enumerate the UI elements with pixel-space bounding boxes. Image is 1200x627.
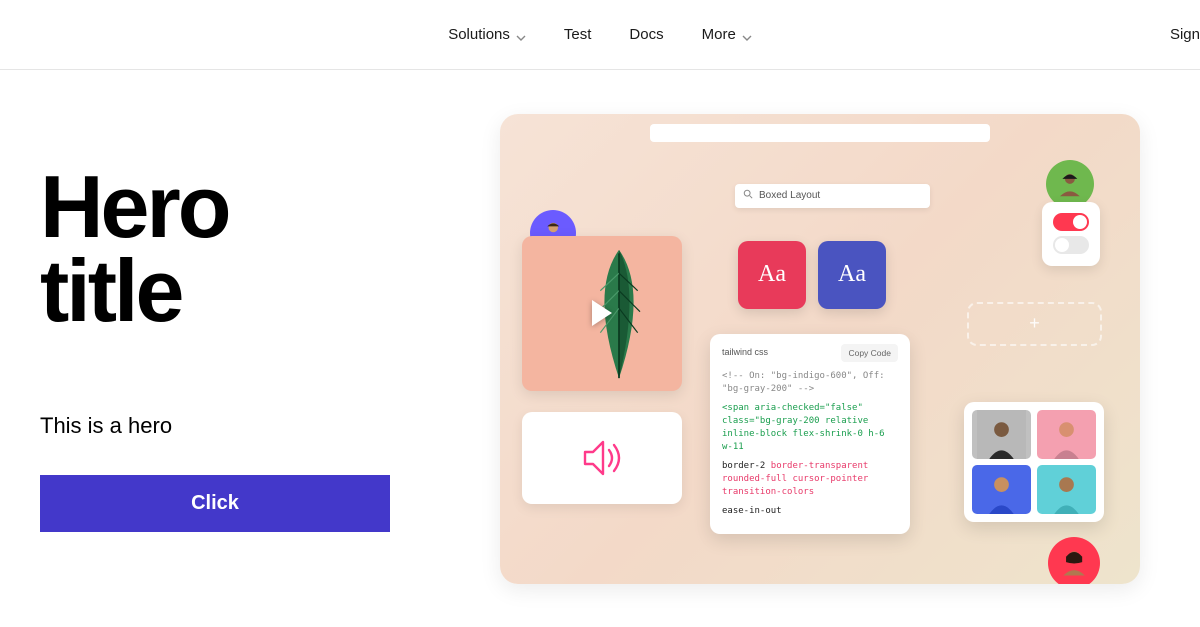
cta-button[interactable]: Click xyxy=(40,475,390,532)
main-content: Hero title This is a hero Click Boxed La… xyxy=(0,70,1200,627)
code-line: <!-- On: "bg-indigo-600", Off: "bg-gray-… xyxy=(722,370,898,396)
toggle-card xyxy=(1042,202,1100,266)
nav-more[interactable]: More xyxy=(702,26,752,43)
hero-subtitle: This is a hero xyxy=(40,413,460,439)
play-icon xyxy=(592,300,612,326)
nav-signin[interactable]: Sign xyxy=(1170,26,1200,43)
nav-solutions[interactable]: Solutions xyxy=(448,26,526,43)
typography-swatch-blue[interactable]: Aa xyxy=(818,241,886,309)
speaker-icon xyxy=(577,436,627,480)
nav-label: Docs xyxy=(629,26,663,43)
code-snippet-card: tailwind css Copy Code <!-- On: "bg-indi… xyxy=(710,334,910,535)
signin-label: Sign xyxy=(1170,26,1200,43)
avatar-red xyxy=(1048,537,1100,584)
video-card[interactable] xyxy=(522,236,682,391)
nav-docs[interactable]: Docs xyxy=(629,26,663,43)
audio-card[interactable] xyxy=(522,412,682,504)
code-token: border-2 xyxy=(722,461,771,471)
code-line: border-2 border-transparent rounded-full… xyxy=(722,460,898,499)
chevron-down-icon xyxy=(742,30,752,40)
typography-swatch-red[interactable]: Aa xyxy=(738,241,806,309)
typography-sample: Aa xyxy=(838,261,866,288)
gallery-thumb[interactable] xyxy=(1037,465,1096,514)
hero-visual: Boxed Layout xyxy=(460,114,1160,584)
search-icon xyxy=(743,189,753,202)
dropzone[interactable]: + xyxy=(967,302,1102,346)
hero-title-line2: title xyxy=(40,241,181,340)
nav-test[interactable]: Test xyxy=(564,26,592,43)
copy-code-button[interactable]: Copy Code xyxy=(841,344,898,362)
nav-label: Solutions xyxy=(448,26,510,43)
search-input[interactable]: Boxed Layout xyxy=(735,184,930,208)
mock-topbar xyxy=(650,124,990,142)
chevron-down-icon xyxy=(516,30,526,40)
nav-label: Test xyxy=(564,26,592,43)
top-nav: Solutions Test Docs More Sign xyxy=(0,0,1200,70)
image-gallery xyxy=(964,402,1104,522)
gallery-thumb[interactable] xyxy=(972,410,1031,459)
search-placeholder: Boxed Layout xyxy=(759,190,820,201)
typography-sample: Aa xyxy=(758,261,786,288)
nav-items: Solutions Test Docs More xyxy=(448,26,752,43)
nav-label: More xyxy=(702,26,736,43)
toggle-off[interactable] xyxy=(1053,236,1089,254)
hero-section: Hero title This is a hero Click xyxy=(40,165,460,531)
code-line: ease-in-out xyxy=(722,505,898,518)
avatar-green xyxy=(1046,160,1094,208)
code-header: tailwind css Copy Code xyxy=(722,344,898,362)
gallery-thumb[interactable] xyxy=(1037,410,1096,459)
code-line: <span aria-checked="false" class="bg-gra… xyxy=(722,402,898,454)
plus-icon: + xyxy=(1029,313,1040,334)
mockup-canvas: Boxed Layout xyxy=(500,114,1140,584)
toggle-on[interactable] xyxy=(1053,213,1089,231)
gallery-thumb[interactable] xyxy=(972,465,1031,514)
hero-title: Hero title xyxy=(40,165,460,332)
leaf-icon xyxy=(574,244,664,384)
code-lang-label: tailwind css xyxy=(722,346,768,359)
